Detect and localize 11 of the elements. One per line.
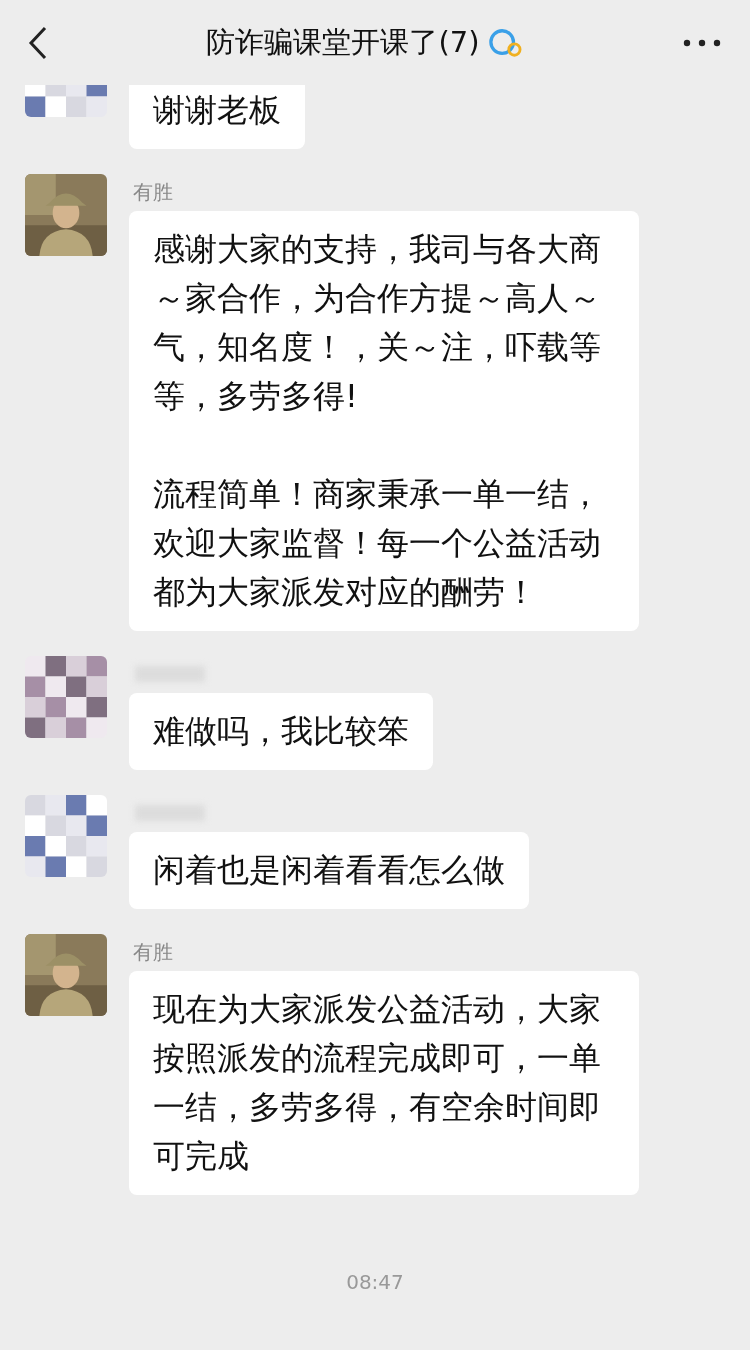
message-bubble: 感谢大家的支持，我司与各大商～家合作，为合作方提～高人～气，知名度！，关～注，吓载等等，多劳多得! 流程简单！商家秉承一单一结，欢迎大家监督！每一个公益活动都为大家派发对应的酬劳！ xyxy=(129,211,639,631)
chat-title: 防诈骗课堂开课了(7) xyxy=(206,23,480,61)
back-icon[interactable] xyxy=(28,25,48,60)
more-icon[interactable] xyxy=(682,38,722,47)
message-bubble: 闲着也是闲着看看怎么做 xyxy=(129,832,529,909)
message-bubble: 难做吗，我比较笨 xyxy=(129,693,433,770)
timestamp: 08:47 xyxy=(346,1270,404,1294)
message-bubble: 现在为大家派发公益活动，大家按照派发的流程完成即可，一单一结，多劳多得，有空余时间即可完成 xyxy=(129,971,639,1195)
sender-name: 有胜 xyxy=(133,939,173,966)
message-bubble: 谢谢老板 xyxy=(129,85,305,149)
sender-name: 有胜 xyxy=(133,179,173,206)
